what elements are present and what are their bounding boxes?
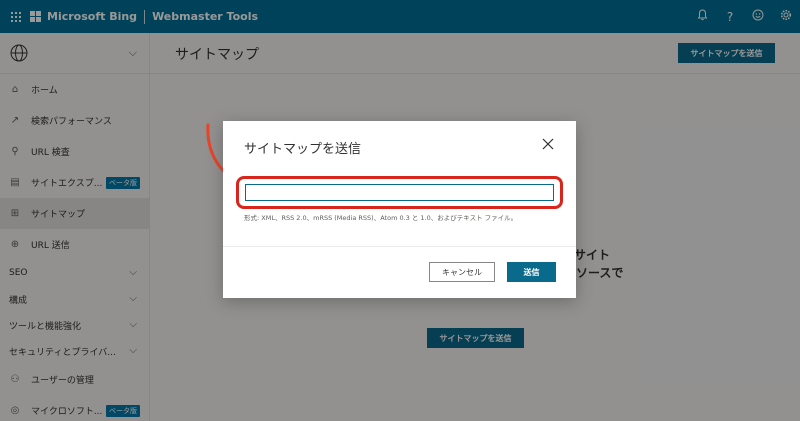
close-icon[interactable] — [542, 135, 554, 154]
cancel-button[interactable]: キャンセル — [429, 262, 495, 282]
sitemap-url-input[interactable] — [245, 184, 554, 201]
format-hint: 形式: XML、RSS 2.0、mRSS (Media RSS)、Atom 0.… — [244, 214, 518, 222]
send-button[interactable]: 送信 — [507, 262, 556, 282]
input-highlight — [236, 176, 563, 209]
dialog-title: サイトマップを送信 — [244, 142, 362, 157]
dialog-divider — [223, 246, 576, 247]
submit-sitemap-dialog: サイトマップを送信 形式: XML、RSS 2.0、mRSS (Media RS… — [223, 121, 576, 298]
